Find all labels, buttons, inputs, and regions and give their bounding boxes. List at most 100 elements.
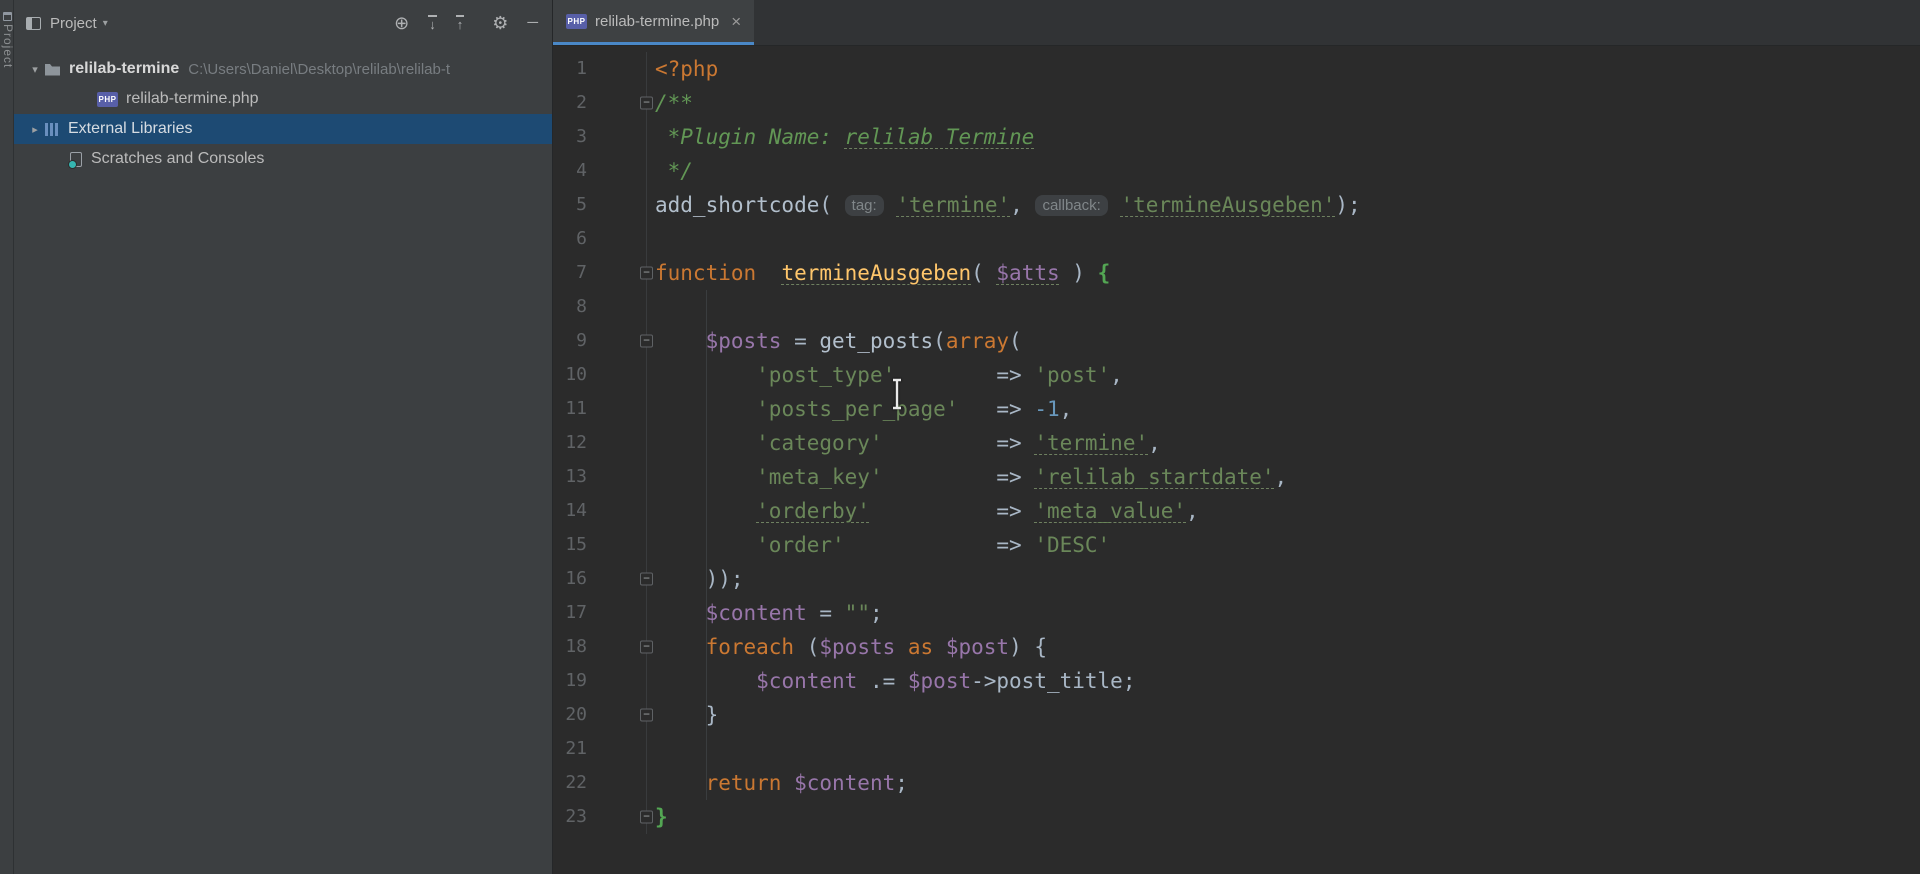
tree-item-path: C:\Users\Daniel\Desktop\relilab\relilab-…	[188, 60, 451, 78]
code-text: 'posts_per_page' => -1,	[756, 397, 1073, 421]
code-line[interactable]: 3 *Plugin Name: relilab Termine	[553, 120, 1920, 154]
tree-item-label: External Libraries	[68, 120, 193, 137]
code-line[interactable]: 23 −}	[553, 800, 1920, 834]
fold-end-icon[interactable]: −	[640, 810, 653, 824]
fold-collapse-icon[interactable]: −	[640, 96, 653, 110]
fold-column: −	[587, 256, 655, 290]
tree-item-label: Scratches and Consoles	[91, 150, 265, 167]
fold-column: −	[587, 698, 655, 732]
indent-guide	[706, 290, 707, 800]
code-text: /**	[655, 91, 693, 115]
code-text: $content .= $post->post_title;	[756, 669, 1136, 693]
fold-column	[587, 664, 655, 698]
code-line[interactable]: 17 $content = "";	[553, 596, 1920, 630]
code-line[interactable]: 22 return $content;	[553, 766, 1920, 800]
line-number: 14	[565, 500, 587, 521]
tab-relilab-termine-php[interactable]: PHP relilab-termine.php ×	[553, 0, 755, 45]
project-panel-header: Project ▾ ⊕ ↓ ↑ ⚙ ─	[14, 0, 552, 46]
fold-end-icon[interactable]: −	[640, 708, 653, 722]
fold-column	[587, 732, 655, 766]
code-line[interactable]: 20 − }	[553, 698, 1920, 732]
code-line[interactable]: 15 'order' => 'DESC'	[553, 528, 1920, 562]
code-line[interactable]: 5 add_shortcode( tag: 'termine', callback…	[553, 188, 1920, 222]
fold-column	[587, 154, 655, 188]
php-file-icon: PHP	[97, 91, 118, 107]
code-text: 'meta_key' => 'relilab_startdate',	[756, 465, 1288, 489]
close-icon[interactable]: ×	[731, 13, 741, 30]
code-text: 'orderby' => 'meta_value',	[756, 499, 1199, 523]
line-number: 10	[565, 364, 587, 385]
fold-column	[587, 120, 655, 154]
collapse-all-icon[interactable]: ↑	[455, 14, 465, 32]
line-number: 22	[565, 772, 587, 793]
chevron-down-icon[interactable]: ▾	[26, 63, 44, 76]
stripe-label[interactable]: Project	[1, 24, 15, 68]
code-text: return $content;	[705, 771, 908, 795]
line-number: 1	[576, 58, 587, 79]
line-number: 9	[576, 330, 587, 351]
tab-title: relilab-termine.php	[595, 12, 720, 30]
line-number: 5	[576, 194, 587, 215]
line-number: 15	[565, 534, 587, 555]
chevron-right-icon[interactable]: ▸	[26, 123, 44, 136]
line-number: 7	[576, 262, 587, 283]
project-panel-title[interactable]: Project	[50, 15, 97, 32]
code-line[interactable]: 2 −/**	[553, 86, 1920, 120]
parameter-hint: callback:	[1035, 195, 1108, 216]
tree-item-label: relilab-termine	[69, 60, 180, 77]
code-line[interactable]: 8	[553, 290, 1920, 324]
tree-item-project-root[interactable]: ▾ relilab-termine C:\Users\Daniel\Deskto…	[14, 54, 552, 84]
fold-column	[587, 290, 655, 324]
expand-all-icon[interactable]: ↓	[428, 14, 437, 32]
code-line[interactable]: 16 − ));	[553, 562, 1920, 596]
fold-collapse-icon[interactable]: −	[640, 334, 653, 348]
code-line[interactable]: 13 'meta_key' => 'relilab_startdate',	[553, 460, 1920, 494]
code-line[interactable]: 7 − function termineAusgeben( $atts ) {	[553, 256, 1920, 290]
line-number: 3	[576, 126, 587, 147]
project-tool-window-icon	[2, 12, 12, 21]
tree-item-external-libraries[interactable]: ▸ External Libraries	[14, 114, 552, 144]
code-text: <?php	[655, 57, 719, 81]
php-file-icon: PHP	[566, 13, 587, 29]
fold-column: −	[587, 800, 655, 834]
fold-column	[587, 188, 655, 222]
fold-collapse-icon[interactable]: −	[640, 640, 653, 654]
code-editor[interactable]: 1 <?php 2−/** 3 *Plugin Name: relilab Termi…	[553, 46, 1920, 874]
fold-column	[587, 766, 655, 800]
tree-item-scratches[interactable]: Scratches and Consoles	[14, 144, 552, 174]
gear-icon[interactable]: ⚙	[492, 13, 508, 33]
fold-column: −	[587, 562, 655, 596]
fold-collapse-icon[interactable]: −	[640, 266, 653, 280]
code-line[interactable]: 12 'category' => 'termine',	[553, 426, 1920, 460]
project-view-icon	[26, 16, 41, 30]
code-text: $posts = get_posts(array(	[705, 329, 1022, 353]
code-text: function termineAusgeben( $atts ) {	[655, 261, 1111, 285]
editor-area: PHP relilab-termine.php × 1 <?php 2−/** 3 *…	[553, 0, 1920, 874]
code-line[interactable]: 21	[553, 732, 1920, 766]
line-number: 8	[576, 296, 587, 317]
hide-panel-icon[interactable]: ─	[527, 13, 538, 33]
library-icon	[44, 122, 59, 136]
line-number: 23	[565, 806, 587, 827]
code-line[interactable]: 4 */	[553, 154, 1920, 188]
code-line[interactable]: 18 − foreach ($posts as $post) {	[553, 630, 1920, 664]
code-line[interactable]: 6	[553, 222, 1920, 256]
code-line[interactable]: 19 $content .= $post->post_title;	[553, 664, 1920, 698]
code-line[interactable]: 14 'orderby' => 'meta_value',	[553, 494, 1920, 528]
fold-column	[587, 358, 655, 392]
tool-window-stripe: Project	[0, 0, 15, 874]
code-line[interactable]: 9 − $posts = get_posts(array(	[553, 324, 1920, 358]
chevron-down-icon[interactable]: ▾	[103, 18, 108, 29]
locate-file-icon[interactable]: ⊕	[394, 13, 409, 33]
code-text: 'category' => 'termine',	[756, 431, 1161, 455]
code-text: 'order' => 'DESC'	[756, 533, 1111, 557]
code-text: foreach ($posts as $post) {	[705, 635, 1048, 659]
code-line[interactable]: 1 <?php	[553, 52, 1920, 86]
parameter-hint: tag:	[844, 195, 884, 216]
fold-column	[587, 392, 655, 426]
fold-end-icon[interactable]: −	[640, 572, 653, 586]
tree-item-php-file[interactable]: PHP relilab-termine.php	[14, 84, 552, 114]
code-line[interactable]: 10 'post_type' => 'post',	[553, 358, 1920, 392]
code-line[interactable]: 11 'posts_per_page' => -1,	[553, 392, 1920, 426]
fold-column	[587, 222, 655, 256]
